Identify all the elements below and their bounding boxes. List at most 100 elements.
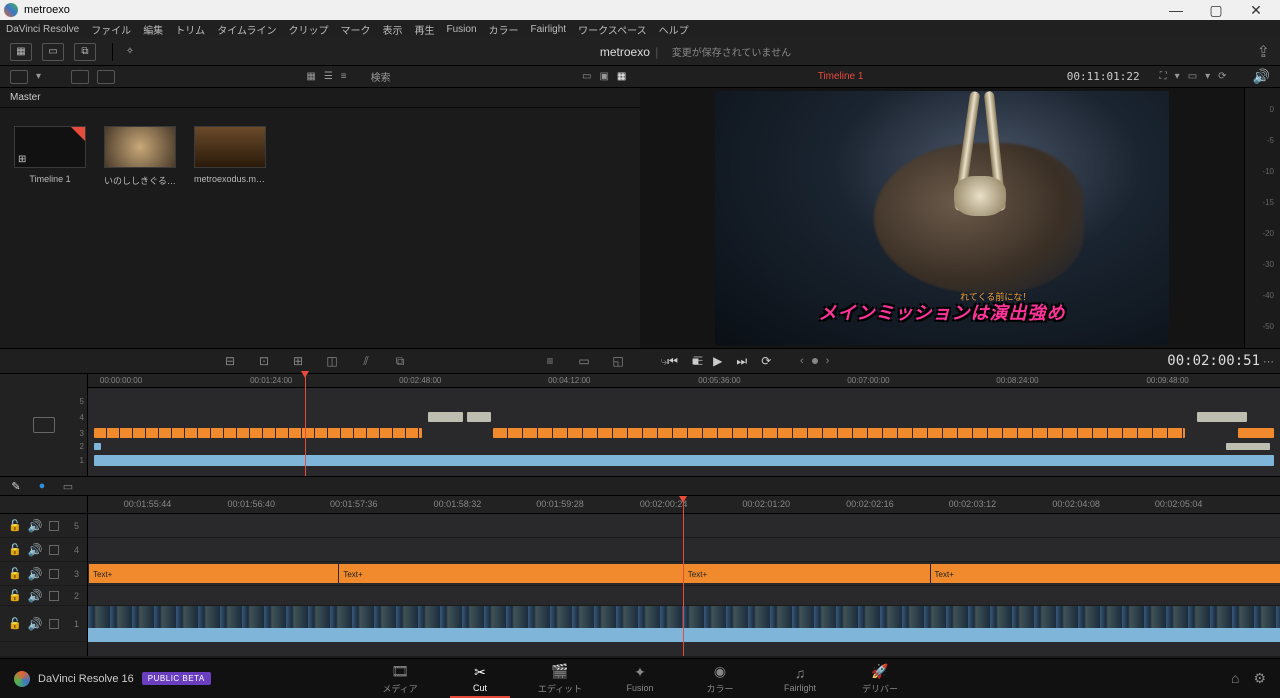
bin-view-button[interactable] [10, 70, 28, 84]
tab-edit[interactable]: 🎬エディット [520, 659, 600, 698]
menu-item[interactable]: ワークスペース [578, 22, 647, 37]
menu-item[interactable]: 編集 [143, 22, 163, 37]
video-clip[interactable] [88, 606, 1280, 628]
home-icon[interactable]: ⌂ [1231, 670, 1239, 687]
speaker-icon[interactable]: 🔊 [28, 543, 43, 557]
thumbnail-view-icon[interactable]: ▦ [306, 71, 315, 82]
text-clip[interactable]: Text+ [88, 564, 338, 583]
import-button[interactable] [71, 70, 89, 84]
tab-cut[interactable]: ✂Cut [440, 659, 520, 698]
track-box-icon[interactable] [49, 521, 59, 531]
smart-insert-icon[interactable]: ⊟ [220, 353, 240, 369]
text-clip[interactable]: Text+ [930, 564, 1280, 583]
speaker-icon[interactable]: 🔊 [28, 617, 43, 631]
master-bin-label[interactable]: Master [0, 88, 640, 108]
overview-clip[interactable] [1238, 428, 1274, 438]
track-header-icon[interactable] [33, 417, 55, 433]
menu-item[interactable]: カラー [489, 22, 519, 37]
tool-icon[interactable]: ▾ [1175, 71, 1180, 82]
timeline-timecode[interactable]: 00:02:00:51 [1167, 353, 1260, 369]
next-icon[interactable]: ⏭ [736, 354, 747, 369]
edit-tool-icon[interactable]: ✎ [8, 479, 24, 493]
source-overwrite-icon[interactable]: ⧉ [390, 353, 410, 369]
overview-clip[interactable] [493, 428, 1184, 438]
menu-item[interactable]: DaVinci Resolve [6, 24, 79, 35]
tool-icon[interactable]: ▭ [574, 353, 594, 369]
strip-view-icon[interactable]: ☰ [324, 71, 333, 82]
sync-bin-button[interactable]: ▭ [42, 43, 64, 61]
track-box-icon[interactable] [49, 569, 59, 579]
tab-deliver[interactable]: 🚀デリバー [840, 659, 920, 698]
audio-clip[interactable] [88, 628, 1280, 642]
tool-icon[interactable]: ◱ [608, 353, 628, 369]
lock-icon[interactable]: 🔓 [8, 567, 22, 580]
media-item[interactable]: metroexodus.mp4 [194, 126, 266, 187]
menu-item[interactable]: タイムライン [217, 22, 276, 37]
tab-fairlight[interactable]: ♫Fairlight [760, 659, 840, 698]
menu-item[interactable]: ファイル [91, 22, 131, 37]
ripple-icon[interactable]: ⊞ [288, 353, 308, 369]
loop-icon[interactable]: ⟳ [1218, 71, 1226, 82]
detail-main[interactable]: 00:01:55:44 00:01:56:40 00:01:57:36 00:0… [88, 496, 1280, 656]
place-on-top-icon[interactable]: ⫽ [356, 353, 376, 369]
tool-icon[interactable]: ⛶ [1160, 71, 1167, 82]
close-button[interactable]: ✕ [1236, 1, 1276, 19]
menu-item[interactable]: 表示 [383, 22, 403, 37]
menu-item[interactable]: 再生 [415, 22, 435, 37]
track-header[interactable]: 🔓🔊5 [0, 514, 87, 538]
menu-item[interactable]: Fairlight [531, 24, 567, 35]
speaker-icon[interactable]: 🔊 [28, 589, 43, 603]
track-box-icon[interactable] [49, 545, 59, 555]
lock-icon[interactable]: 🔓 [8, 519, 22, 532]
text-clip[interactable]: Text+ [338, 564, 682, 583]
detail-playhead[interactable] [683, 496, 684, 656]
viewer-mode-button[interactable]: ▦ [617, 71, 626, 82]
chevron-down-icon[interactable]: ▾ [36, 71, 41, 82]
overview-main[interactable]: 00:00:00:00 00:01:24:00 00:02:48:00 00:0… [88, 374, 1280, 476]
overview-clip[interactable] [1226, 443, 1270, 450]
lock-icon[interactable]: 🔓 [8, 589, 22, 602]
tool-icon[interactable]: ≡ [540, 353, 560, 369]
detail-track[interactable] [88, 514, 1280, 538]
overview-clip[interactable] [1197, 412, 1247, 422]
track-header[interactable]: 🔓🔊4 [0, 538, 87, 562]
video-preview[interactable]: れてくる前にな！ メインミッションは演出強め [715, 91, 1169, 345]
detail-track[interactable] [88, 586, 1280, 606]
stop-icon[interactable]: ■ [692, 354, 699, 369]
menu-item[interactable]: Fusion [447, 24, 477, 35]
speaker-icon[interactable]: 🔊 [28, 519, 43, 533]
viewer-mode-button[interactable]: ▭ [582, 71, 591, 82]
overview-ruler[interactable]: 00:00:00:00 00:01:24:00 00:02:48:00 00:0… [88, 374, 1280, 388]
overview-clip[interactable] [94, 455, 1274, 466]
snap-icon[interactable]: ● [34, 479, 50, 493]
list-view-icon[interactable]: ≡ [341, 71, 347, 82]
overview-clip[interactable] [467, 412, 491, 422]
tool-icon[interactable]: ▭ [1188, 71, 1197, 82]
menu-item[interactable]: トリム [175, 22, 205, 37]
media-item[interactable]: Timeline 1 [14, 126, 86, 187]
maximize-button[interactable]: ▢ [1196, 1, 1236, 19]
track-header[interactable]: 🔓🔊2 [0, 586, 87, 606]
text-clip[interactable]: Text+ [683, 564, 930, 583]
overview-clip[interactable] [94, 443, 101, 450]
overview-clip[interactable] [428, 412, 464, 422]
overview-playhead[interactable] [305, 374, 306, 476]
viewer-mode-button[interactable]: ▣ [599, 71, 608, 82]
append-icon[interactable]: ⊡ [254, 353, 274, 369]
minimize-button[interactable]: — [1156, 1, 1196, 19]
detail-track[interactable]: Text+ Text+ Text+ Text+ [88, 562, 1280, 586]
menu-icon[interactable]: ⋯ [1263, 355, 1274, 368]
transitions-button[interactable]: ⧉ [74, 43, 96, 61]
volume-icon[interactable]: 🔊 [1253, 68, 1270, 85]
tab-media[interactable]: 🎞メディア [360, 659, 440, 698]
menu-item[interactable]: マーク [341, 22, 371, 37]
speaker-icon[interactable]: 🔊 [28, 567, 43, 581]
tab-fusion[interactable]: ✦Fusion [600, 659, 680, 698]
import-folder-button[interactable] [97, 70, 115, 84]
prev-icon[interactable]: ⏮ [667, 354, 678, 369]
settings-icon[interactable]: ⚙ [1253, 670, 1266, 687]
lock-icon[interactable]: 🔓 [8, 617, 22, 630]
track-header[interactable]: 🔓🔊3 [0, 562, 87, 586]
track-header[interactable]: 🔓🔊1 [0, 606, 87, 642]
tool-icon[interactable]: ▾ [1205, 71, 1210, 82]
